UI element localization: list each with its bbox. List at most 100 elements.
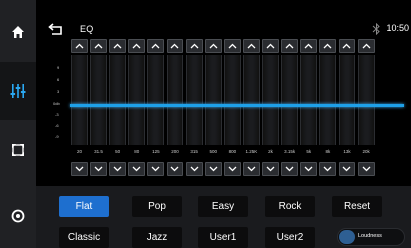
band-down-button[interactable] [223, 162, 241, 176]
preset-pop-button[interactable]: Pop [132, 196, 182, 217]
band-down-button[interactable] [242, 162, 260, 176]
preset-flat-button[interactable]: Flat [59, 196, 109, 217]
band-up-button[interactable] [300, 39, 318, 53]
band-down-button[interactable] [281, 162, 299, 176]
band-up-button[interactable] [319, 39, 337, 53]
eq-band: 20 [71, 39, 88, 177]
bluetooth-icon [372, 23, 380, 35]
band-up-button[interactable] [223, 39, 241, 53]
band-frequency-label: 3.15k [284, 149, 296, 154]
band-slider[interactable] [242, 55, 260, 145]
band-down-button[interactable] [262, 162, 279, 176]
band-frequency-label: 800 [228, 149, 237, 154]
band-slider[interactable] [300, 55, 318, 145]
band-up-button[interactable] [90, 39, 107, 53]
band-slider[interactable] [281, 55, 299, 145]
band-up-button[interactable] [242, 39, 260, 53]
chevron-down-icon [247, 166, 256, 172]
band-slider[interactable] [223, 55, 241, 145]
band-up-button[interactable] [262, 39, 279, 53]
band-down-button[interactable] [185, 162, 203, 176]
db-label: -6 [55, 123, 59, 128]
band-down-button[interactable] [90, 162, 107, 176]
eq-band: 2k [262, 39, 279, 177]
chevron-up-icon [266, 43, 275, 49]
preset-user2-button[interactable]: User2 [265, 227, 315, 248]
band-down-button[interactable] [357, 162, 375, 176]
eq-band: 8k [319, 39, 337, 177]
band-frequency-label: 315 [190, 149, 198, 154]
band-down-button[interactable] [109, 162, 127, 176]
reset-button[interactable]: Reset [332, 196, 382, 217]
band-down-button[interactable] [128, 162, 146, 176]
chevron-down-icon [209, 166, 218, 172]
preset-classic-button[interactable]: Classic [59, 227, 109, 248]
band-up-button[interactable] [338, 39, 356, 53]
band-slider[interactable] [90, 55, 107, 145]
band-down-button[interactable] [338, 162, 356, 176]
power-knob-icon [11, 209, 25, 223]
band-slider[interactable] [185, 55, 203, 145]
chevron-up-icon [343, 43, 351, 49]
eq-band: 315 [185, 39, 203, 177]
sidebar-item-sound[interactable] [0, 198, 36, 234]
sidebar-item-fader[interactable] [0, 132, 36, 168]
band-up-button[interactable] [185, 39, 203, 53]
band-up-button[interactable] [128, 39, 146, 53]
chevron-down-icon [94, 166, 103, 172]
band-down-button[interactable] [147, 162, 165, 176]
chevron-up-icon [247, 43, 256, 49]
band-down-button[interactable] [204, 162, 222, 176]
band-slider[interactable] [338, 55, 356, 145]
eq-band: 125 [147, 39, 165, 177]
chevron-down-icon [75, 166, 84, 172]
band-frequency-label: 125 [152, 149, 160, 154]
band-down-button[interactable] [300, 162, 318, 176]
band-up-button[interactable] [109, 39, 127, 53]
chevron-up-icon [362, 43, 371, 49]
band-slider[interactable] [262, 55, 279, 145]
preset-rock-button[interactable]: Rock [265, 196, 315, 217]
preset-easy-button[interactable]: Easy [198, 196, 248, 217]
chevron-down-icon [171, 166, 179, 172]
band-down-button[interactable] [319, 162, 337, 176]
band-slider[interactable] [147, 55, 165, 145]
chevron-up-icon [190, 43, 199, 49]
chevron-up-icon [151, 43, 160, 49]
chevron-up-icon [113, 43, 122, 49]
band-frequency-label: 20 [76, 149, 82, 154]
band-up-button[interactable] [147, 39, 165, 53]
eq-band: 1.25K [242, 39, 260, 177]
band-slider[interactable] [128, 55, 146, 145]
home-icon [12, 26, 24, 38]
chevron-down-icon [266, 166, 275, 172]
chevron-down-icon [323, 166, 332, 172]
loudness-toggle-knob [339, 230, 355, 244]
eq-band: 50 [109, 39, 127, 177]
band-down-button[interactable] [71, 162, 88, 176]
band-up-button[interactable] [71, 39, 88, 53]
band-frequency-label: 2k [268, 149, 273, 154]
band-up-button[interactable] [166, 39, 184, 53]
band-slider[interactable] [71, 55, 88, 145]
band-frequency-label: 1.25K [245, 149, 258, 154]
band-slider[interactable] [319, 55, 337, 145]
band-up-button[interactable] [357, 39, 375, 53]
chevron-down-icon [113, 166, 122, 172]
band-down-button[interactable] [166, 162, 184, 176]
loudness-toggle[interactable]: Loudness [337, 228, 405, 246]
band-slider[interactable] [109, 55, 127, 145]
top-bar: EQ 10:50 [36, 18, 411, 38]
home-button[interactable] [0, 18, 36, 46]
sidebar-item-eq[interactable] [0, 62, 36, 120]
eq-band: 200 [166, 39, 184, 177]
preset-jazz-button[interactable]: Jazz [132, 227, 182, 248]
band-up-button[interactable] [204, 39, 222, 53]
preset-user1-button[interactable]: User1 [198, 227, 248, 248]
band-slider[interactable] [166, 55, 184, 145]
band-up-button[interactable] [281, 39, 299, 53]
band-slider[interactable] [357, 55, 375, 145]
chevron-down-icon [190, 166, 199, 172]
band-slider[interactable] [204, 55, 222, 145]
back-button[interactable] [48, 22, 64, 36]
